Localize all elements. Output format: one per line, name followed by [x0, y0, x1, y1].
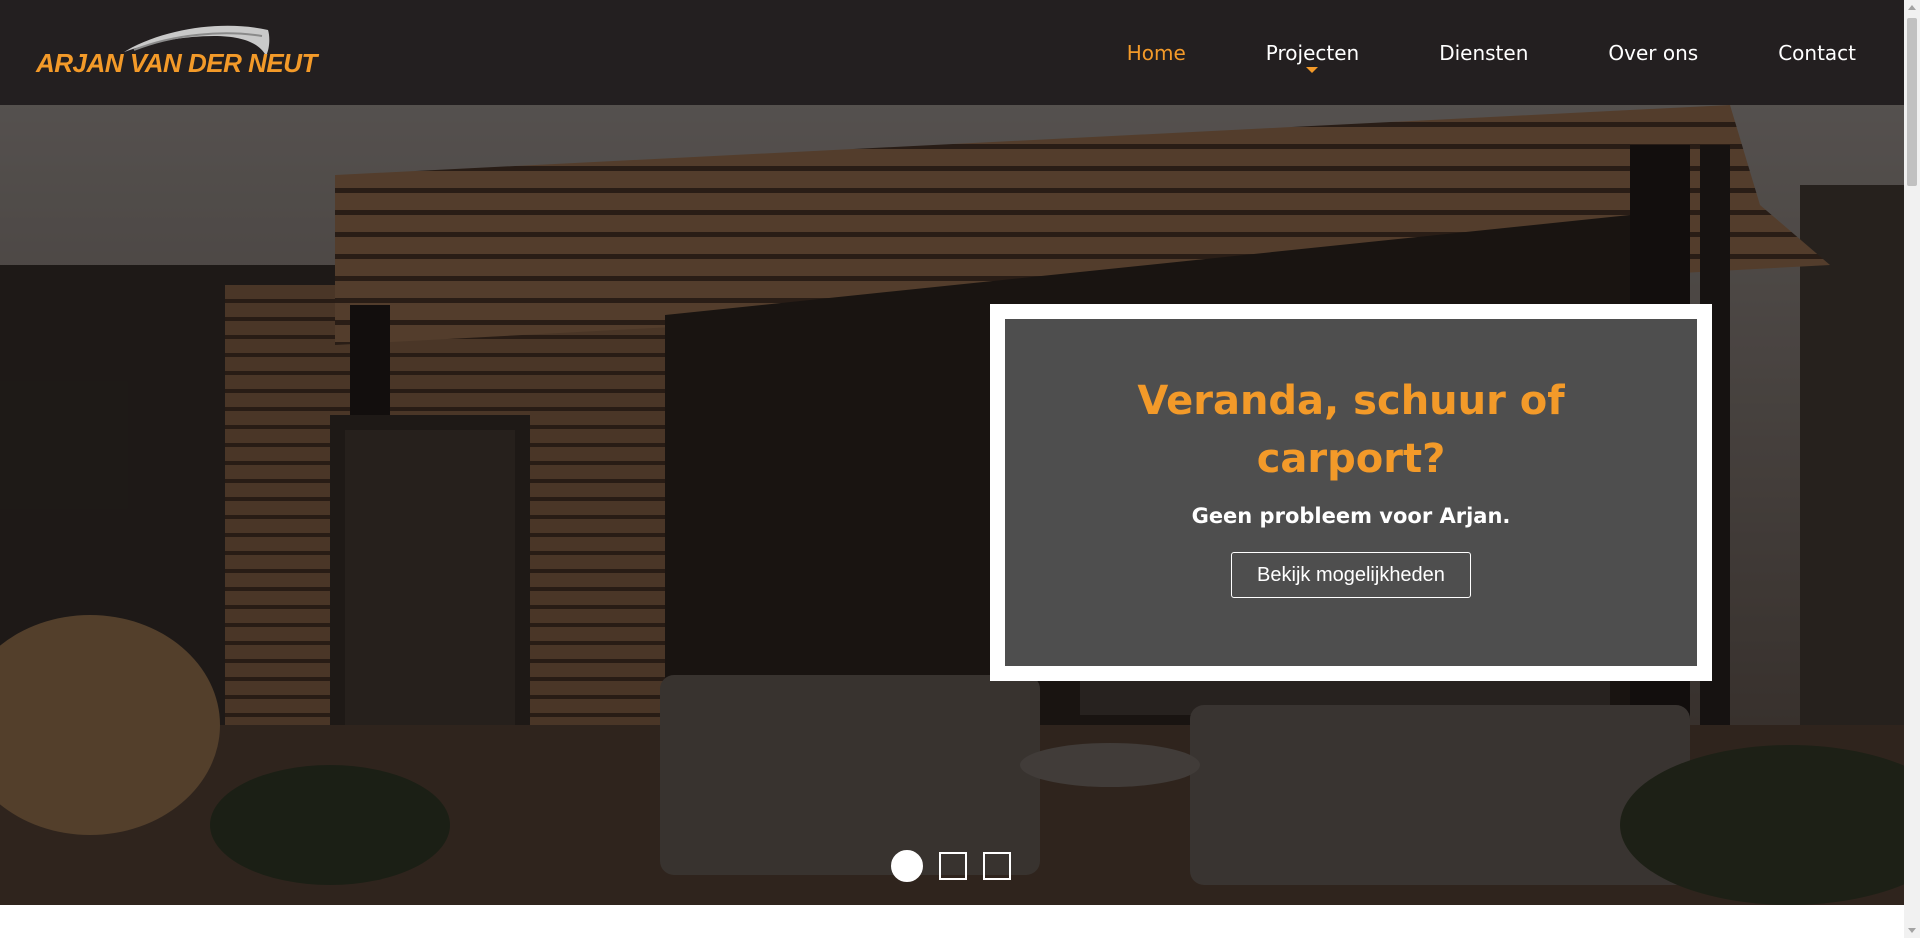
hero-title: Veranda, schuur of carport?	[1137, 378, 1565, 482]
site-header: ARJAN VAN DER NEUT Home Projecten Dienst…	[0, 0, 1904, 105]
nav-item-projecten[interactable]: Projecten	[1265, 40, 1360, 73]
hero-slider: Veranda, schuur of carport? Geen problee…	[0, 105, 1904, 905]
slide-dot-2[interactable]	[939, 852, 967, 880]
hero-card: Veranda, schuur of carport? Geen problee…	[990, 304, 1712, 681]
scrollbar[interactable]	[1904, 0, 1920, 938]
slider-pagination	[891, 850, 1027, 882]
nav-item-diensten[interactable]: Diensten	[1439, 41, 1528, 65]
logo-text: ARJAN VAN DER NEUT	[36, 48, 317, 78]
nav-item-over-ons[interactable]: Over ons	[1608, 41, 1698, 65]
nav-item-contact[interactable]: Contact	[1778, 41, 1856, 65]
slide-dot-3[interactable]	[983, 852, 1011, 880]
arrow-down-icon[interactable]	[1908, 928, 1916, 933]
logo[interactable]: ARJAN VAN DER NEUT	[34, 22, 317, 82]
nav-item-label: Projecten	[1265, 40, 1360, 65]
cta-button[interactable]: Bekijk mogelijkheden	[1231, 552, 1471, 598]
arrow-up-icon[interactable]	[1908, 5, 1916, 10]
main-nav: Home Projecten Diensten Over ons Contact	[1047, 0, 1856, 105]
hero-card-inner: Veranda, schuur of carport? Geen problee…	[1005, 319, 1697, 666]
caret-down-icon	[1306, 66, 1319, 73]
nav-item-home[interactable]: Home	[1127, 41, 1186, 65]
hero-subtitle: Geen probleem voor Arjan.	[1191, 504, 1511, 528]
scroll-thumb[interactable]	[1907, 18, 1917, 186]
slide-dot-1[interactable]	[891, 850, 923, 882]
